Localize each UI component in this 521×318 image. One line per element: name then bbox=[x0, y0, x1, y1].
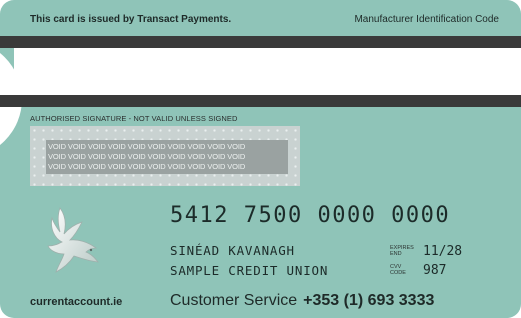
card-number: 5412 7500 0000 0000 bbox=[170, 203, 451, 228]
signature-panel: VOID VOID VOID VOID VOID VOID VOID VOID … bbox=[30, 126, 300, 186]
customer-service-label: Customer Service bbox=[170, 292, 298, 309]
expiry-date: 11/28 bbox=[423, 244, 463, 259]
magnetic-stripe-top bbox=[0, 36, 521, 48]
cvv-label: CVV CODE bbox=[390, 264, 406, 276]
issuer-statement: This card is issued by Transact Payments… bbox=[30, 14, 232, 25]
dove-icon bbox=[47, 207, 99, 273]
void-line: VOID VOID VOID VOID VOID VOID VOID VOID … bbox=[48, 162, 246, 171]
signature-label: AUTHORISED SIGNATURE - NOT VALID UNLESS … bbox=[30, 114, 238, 123]
magnetic-stripe-bottom bbox=[0, 95, 521, 107]
expiry-label: EXPIRES END bbox=[390, 245, 414, 257]
void-line: VOID VOID VOID VOID VOID VOID VOID VOID … bbox=[48, 142, 246, 151]
void-line: VOID VOID VOID VOID VOID VOID VOID VOID … bbox=[48, 152, 246, 161]
credit-union-name: SAMPLE CREDIT UNION bbox=[170, 263, 329, 278]
void-box: VOID VOID VOID VOID VOID VOID VOID VOID … bbox=[46, 140, 288, 174]
cvv-code: 987 bbox=[423, 263, 447, 278]
website-link[interactable]: currentaccount.ie bbox=[30, 296, 122, 308]
expiry-label-line2: END bbox=[390, 251, 402, 257]
customer-service-number[interactable]: +353 (1) 693 3333 bbox=[303, 292, 434, 309]
manufacturer-id-label: Manufacturer Identification Code bbox=[354, 14, 499, 25]
cardholder-name: SINÉAD KAVANAGH bbox=[170, 243, 295, 258]
cvv-label-line2: CODE bbox=[390, 270, 406, 276]
card-back: This card is issued by Transact Payments… bbox=[0, 0, 521, 318]
customer-service: Customer Service +353 (1) 693 3333 bbox=[170, 292, 434, 310]
magnetic-stripe-panel bbox=[14, 48, 521, 95]
